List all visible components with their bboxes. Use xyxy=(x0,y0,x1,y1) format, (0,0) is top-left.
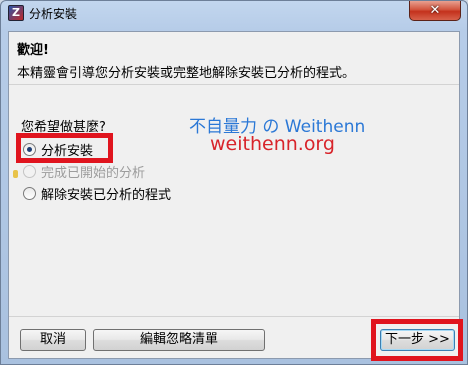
title-bar[interactable]: Z 分析安裝 ✕ xyxy=(1,1,467,25)
radio-disabled-icon xyxy=(23,164,36,178)
radio-finish-analysis: 完成已開始的分析 xyxy=(23,162,146,181)
radio-label-uninstall-analyzed[interactable]: 解除安裝已分析的程式 xyxy=(41,184,171,203)
window-title: 分析安裝 xyxy=(29,7,78,21)
highlight-box-option xyxy=(16,133,113,163)
header-divider xyxy=(9,84,459,85)
installer-window: Z 分析安裝 ✕ 歡迎! 本精靈會引導您分析安裝或完整地解除安裝已分析的程式。 … xyxy=(0,0,468,365)
watermark-text-red: weithenn.org xyxy=(210,133,335,155)
welcome-title: 歡迎! xyxy=(17,43,49,58)
close-button[interactable]: ✕ xyxy=(409,1,461,21)
lightbulb-icon xyxy=(13,170,18,178)
highlight-box-next xyxy=(371,319,463,361)
welcome-description: 本精靈會引導您分析安裝或完整地解除安裝已分析的程式。 xyxy=(17,66,356,81)
radio-label-finish-analysis: 完成已開始的分析 xyxy=(41,165,146,181)
cancel-button[interactable]: 取消 xyxy=(20,329,86,351)
radio-uninstall-analyzed[interactable]: 解除安裝已分析的程式 xyxy=(23,184,171,203)
app-icon: Z xyxy=(8,5,24,21)
edit-ignore-list-button[interactable]: 編輯忽略清單 xyxy=(93,329,265,351)
wizard-content: 歡迎! 本精靈會引導您分析安裝或完整地解除安裝已分析的程式。 您希望做甚麼? 分… xyxy=(8,31,463,361)
footer-divider xyxy=(9,316,459,317)
radio-unchecked-icon[interactable] xyxy=(23,186,36,200)
